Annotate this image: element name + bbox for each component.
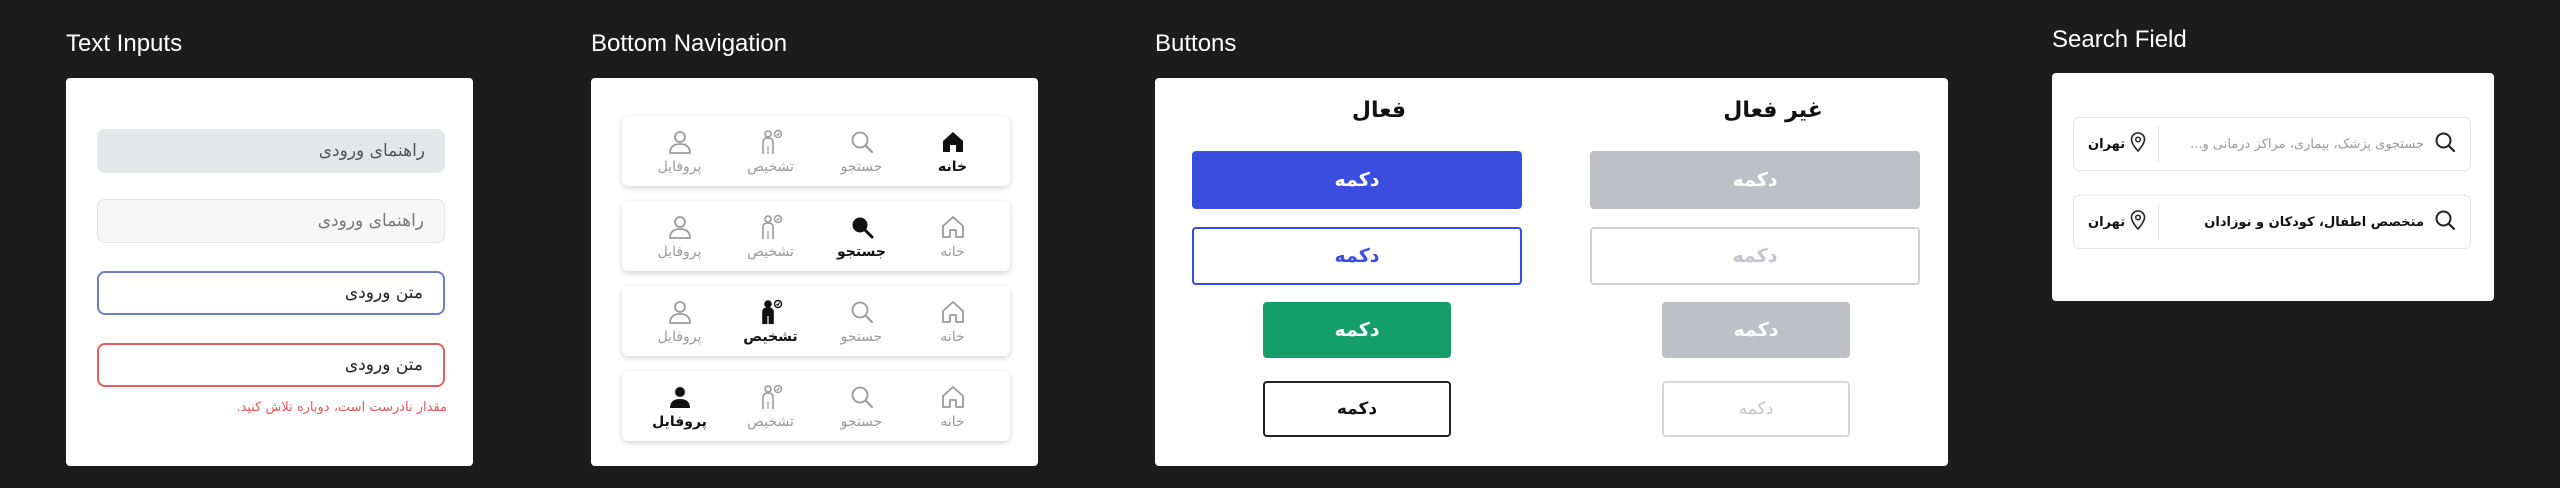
section-title-search-field: Search Field — [2052, 26, 2187, 53]
diagnosis-icon — [757, 213, 785, 241]
user-icon — [666, 298, 694, 326]
primary-filled-button-disabled[interactable]: دکمه — [1590, 151, 1920, 209]
section-title-text-inputs: Text Inputs — [66, 30, 183, 57]
nav-item-diagnosis[interactable]: تشخیص — [731, 383, 811, 430]
search-divider — [2158, 204, 2160, 240]
nav-label: تشخیص — [747, 243, 794, 260]
home-icon — [939, 383, 967, 411]
input-placeholder: راهنمای ورودی — [318, 141, 425, 161]
diagnosis-icon — [757, 128, 785, 156]
input-placeholder: راهنمای ورودی — [317, 211, 424, 231]
nav-item-profile[interactable]: پروفایل — [640, 213, 720, 260]
nav-item-diagnosis[interactable]: تشخیص — [731, 298, 811, 345]
input-value: متن ورودی — [344, 283, 423, 303]
nav-item-home[interactable]: خانه — [913, 298, 993, 345]
city-label: تهران — [2088, 136, 2126, 152]
nav-label: جستجو — [840, 413, 883, 430]
search-input-empty[interactable]: جستجوی پزشک، بیماری، مراکز درمانی و... ت… — [2073, 117, 2471, 171]
nav-item-search[interactable]: جستجو — [822, 298, 902, 345]
primary-outline-button[interactable]: دکمه — [1192, 227, 1522, 285]
inactive-column-header: غیر فعال — [1723, 98, 1823, 123]
search-divider — [2158, 126, 2160, 162]
success-button-disabled[interactable]: دکمه — [1662, 302, 1850, 358]
buttons-panel: فعال غیر فعال دکمه دکمه دکمه دکمه دکمه د… — [1155, 78, 1948, 466]
nav-label: خانه — [940, 328, 965, 345]
nav-label: پروفایل — [657, 243, 702, 260]
city-selector[interactable]: تهران — [2088, 132, 2146, 156]
nav-label: جستجو — [840, 328, 883, 345]
search-icon — [848, 213, 876, 241]
primary-filled-button[interactable]: دکمه — [1192, 151, 1522, 209]
text-input-outline[interactable]: راهنمای ورودی — [97, 199, 445, 243]
nav-label: جستجو — [837, 243, 886, 260]
diagnosis-icon — [757, 298, 785, 326]
nav-label: خانه — [937, 158, 968, 175]
diagnosis-icon — [757, 383, 785, 411]
search-input-filled[interactable]: متخصص اطفال، کودکان و نوزادان تهران — [2073, 195, 2471, 249]
search-icon — [2434, 209, 2456, 235]
input-error-message: مقدار نادرست است، دوباره تلاش کنید. — [236, 400, 447, 415]
nav-item-diagnosis[interactable]: تشخیص — [731, 128, 811, 175]
active-column-header: فعال — [1351, 98, 1407, 123]
text-input-error[interactable]: متن ورودی — [97, 343, 445, 387]
nav-item-profile[interactable]: پروفایل — [640, 128, 720, 175]
nav-item-search[interactable]: جستجو — [822, 213, 902, 260]
section-title-buttons: Buttons — [1155, 30, 1237, 57]
search-field-panel: جستجوی پزشک، بیماری، مراکز درمانی و... ت… — [2052, 73, 2494, 301]
nav-label: تشخیص — [747, 413, 794, 430]
location-pin-icon — [2130, 132, 2146, 156]
nav-label: تشخیص — [743, 328, 798, 345]
nav-item-profile[interactable]: پروفایل — [640, 383, 720, 430]
search-icon — [848, 128, 876, 156]
home-icon — [939, 213, 967, 241]
bottom-nav-bar: خانه جستجو تشخیص پروفایل — [622, 371, 1010, 441]
home-icon — [939, 128, 967, 156]
nav-item-search[interactable]: جستجو — [822, 383, 902, 430]
bottom-nav-bar: خانه جستجو تشخیص پروفایل — [622, 116, 1010, 186]
bottom-navigation-panel: خانه جستجو تشخیص پروفایل خانه جستجو تشخیص پروفا… — [591, 78, 1038, 466]
nav-item-profile[interactable]: پروفایل — [640, 298, 720, 345]
search-icon — [848, 383, 876, 411]
nav-item-home[interactable]: خانه — [913, 213, 993, 260]
user-icon — [666, 383, 694, 411]
nav-item-home[interactable]: خانه — [913, 128, 993, 175]
user-icon — [666, 213, 694, 241]
nav-label: پروفایل — [657, 158, 702, 175]
text-input-focused[interactable]: متن ورودی — [97, 271, 445, 315]
bottom-nav-bar: خانه جستجو تشخیص پروفایل — [622, 286, 1010, 356]
text-input-filled[interactable]: راهنمای ورودی — [97, 129, 445, 173]
primary-outline-button-disabled[interactable]: دکمه — [1590, 227, 1920, 285]
search-icon — [2434, 131, 2456, 157]
search-icon — [848, 298, 876, 326]
bottom-nav-bar: خانه جستجو تشخیص پروفایل — [622, 201, 1010, 271]
text-inputs-panel: راهنمای ورودی راهنمای ورودی متن ورودی مت… — [66, 78, 473, 466]
home-icon — [939, 298, 967, 326]
nav-label: جستجو — [840, 158, 883, 175]
search-query: متخصص اطفال، کودکان و نوزادان — [2204, 214, 2424, 230]
location-pin-icon — [2130, 210, 2146, 234]
secondary-outline-button-disabled[interactable]: دکمه — [1662, 381, 1850, 437]
success-button[interactable]: دکمه — [1263, 302, 1451, 358]
nav-item-home[interactable]: خانه — [913, 383, 993, 430]
city-label: تهران — [2088, 214, 2126, 230]
secondary-outline-button[interactable]: دکمه — [1263, 381, 1451, 437]
nav-item-search[interactable]: جستجو — [822, 128, 902, 175]
nav-label: پروفایل — [657, 328, 702, 345]
city-selector[interactable]: تهران — [2088, 210, 2146, 234]
nav-label: خانه — [940, 413, 965, 430]
user-icon — [666, 128, 694, 156]
nav-label: تشخیص — [747, 158, 794, 175]
nav-label: خانه — [940, 243, 965, 260]
search-placeholder: جستجوی پزشک، بیماری، مراکز درمانی و... — [2190, 136, 2424, 152]
input-value: متن ورودی — [344, 355, 423, 375]
section-title-bottom-navigation: Bottom Navigation — [591, 30, 788, 57]
nav-item-diagnosis[interactable]: تشخیص — [731, 213, 811, 260]
nav-label: پروفایل — [652, 413, 707, 430]
